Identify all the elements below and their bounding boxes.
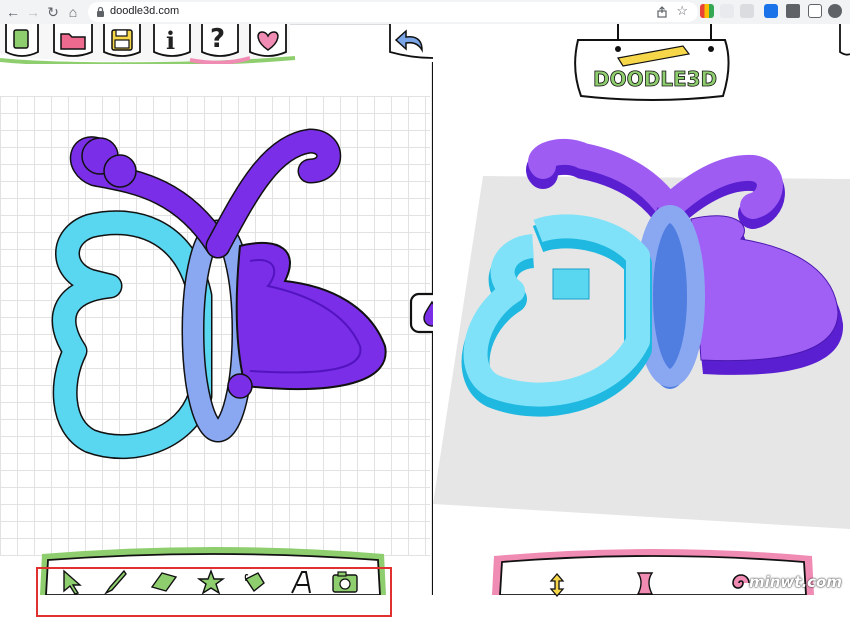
brush-icon: [103, 569, 127, 595]
bookmark-star-icon[interactable]: ☆: [676, 3, 688, 19]
share-icon[interactable]: [656, 6, 668, 18]
text-icon: [291, 571, 311, 594]
undo-icon: [394, 29, 423, 53]
brush-tool[interactable]: [100, 569, 130, 595]
purple-wing-shape: [235, 241, 387, 391]
address-bar[interactable]: doodle3d.com ☆: [88, 2, 698, 22]
eraser-tool[interactable]: [148, 569, 180, 595]
profile-avatar-icon[interactable]: [828, 4, 842, 18]
info-button[interactable]: i: [150, 24, 194, 58]
lock-icon: [97, 6, 104, 17]
pointer-icon: [63, 569, 82, 595]
save-button[interactable]: [100, 24, 144, 58]
doodle3d-app: i ? DOODLE3D minwt.com: [0, 24, 850, 617]
butterfly-sketch: [51, 128, 387, 460]
extensions-puzzle-icon[interactable]: [786, 4, 800, 18]
twist-vase-icon: [636, 572, 654, 595]
info-icon: i: [166, 26, 176, 55]
open-button[interactable]: [50, 24, 96, 58]
new-file-icon: [13, 29, 29, 49]
extension-code-icon[interactable]: [740, 4, 754, 18]
3d-preview-panel[interactable]: DOODLE3D: [433, 24, 850, 595]
new-file-button[interactable]: [2, 24, 42, 58]
reload-icon[interactable]: ↻: [44, 3, 62, 21]
folder-icon: [60, 33, 86, 50]
arrow-right-icon[interactable]: →: [24, 3, 42, 21]
twist-tool[interactable]: [630, 570, 660, 596]
eraser-icon: [150, 572, 178, 592]
photo-tool[interactable]: [330, 569, 362, 595]
shape-tool[interactable]: [196, 569, 226, 595]
arrow-left-icon[interactable]: ←: [4, 3, 22, 21]
bucket-icon: [244, 572, 265, 593]
logo-text: DOODLE3D: [593, 67, 717, 91]
extension-color-icon[interactable]: [700, 4, 714, 18]
watermark-text: minwt.com: [748, 573, 842, 591]
settings-button-partial[interactable]: [836, 24, 850, 58]
spiral-icon: [732, 574, 750, 589]
fill-tool[interactable]: [240, 569, 270, 595]
extension-camera-icon[interactable]: [764, 4, 778, 18]
heart-button[interactable]: [246, 24, 290, 58]
3d-viewport[interactable]: DOODLE3D: [433, 24, 850, 595]
home-icon[interactable]: ⌂: [64, 3, 82, 21]
sketch-canvas[interactable]: [0, 96, 430, 556]
extension-grey-icon[interactable]: [720, 4, 734, 18]
url-text: doodle3d.com: [110, 5, 180, 17]
pointer-tool[interactable]: [58, 569, 88, 595]
star-icon: [196, 569, 226, 595]
height-arrows-icon: [549, 573, 565, 597]
help-button[interactable]: ?: [198, 24, 242, 58]
undo-button[interactable]: [394, 28, 426, 54]
browser-toolbar: ← → ↻ ⌂ doodle3d.com ☆: [0, 0, 850, 25]
help-icon: ?: [210, 24, 226, 54]
height-tool[interactable]: [546, 572, 568, 598]
text-tool[interactable]: [286, 569, 316, 595]
sidepanel-icon[interactable]: [808, 4, 822, 18]
